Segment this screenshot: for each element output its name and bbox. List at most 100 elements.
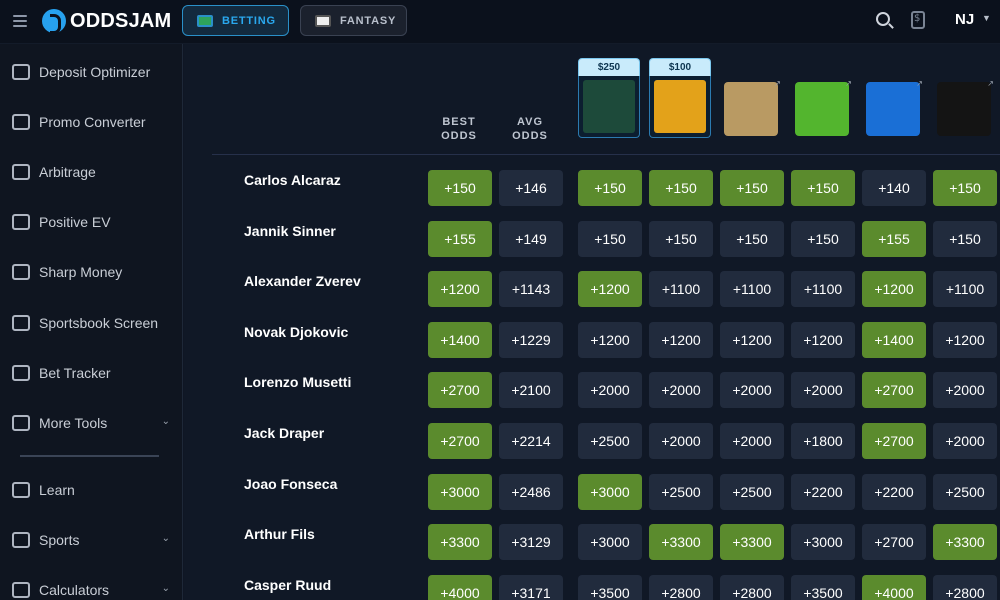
sidebar-item-deposit-optimizer[interactable]: Deposit Optimizer bbox=[12, 60, 170, 84]
sidebar-item-arbitrage[interactable]: Arbitrage bbox=[12, 160, 170, 184]
player-name[interactable]: Casper Ruud bbox=[244, 577, 331, 593]
odds-cell[interactable]: +2700 bbox=[862, 423, 926, 459]
sidebar-item-sports[interactable]: Sports ⌄ bbox=[12, 528, 170, 552]
chevron-down-icon[interactable]: ⌄ bbox=[162, 416, 170, 427]
best-odds-cell[interactable]: +150 bbox=[428, 170, 492, 206]
best-odds-cell[interactable]: +155 bbox=[428, 221, 492, 257]
tab-betting[interactable]: BETTING bbox=[182, 5, 289, 36]
odds-cell[interactable]: +2000 bbox=[791, 372, 855, 408]
odds-cell[interactable]: +1200 bbox=[578, 271, 642, 307]
odds-cell[interactable]: +2700 bbox=[862, 524, 926, 560]
odds-cell[interactable]: +1200 bbox=[720, 322, 784, 358]
avg-odds-cell[interactable]: +2214 bbox=[499, 423, 563, 459]
odds-cell[interactable]: +3300 bbox=[720, 524, 784, 560]
odds-cell[interactable]: +2000 bbox=[933, 372, 997, 408]
odds-cell[interactable]: +1100 bbox=[791, 271, 855, 307]
promo-icon[interactable] bbox=[911, 11, 925, 29]
best-odds-header[interactable]: BEST ODDS bbox=[431, 115, 487, 143]
avg-odds-cell[interactable]: +146 bbox=[499, 170, 563, 206]
odds-cell[interactable]: +2000 bbox=[649, 423, 713, 459]
odds-cell[interactable]: +1100 bbox=[720, 271, 784, 307]
odds-cell[interactable]: +1200 bbox=[578, 322, 642, 358]
player-name[interactable]: Novak Djokovic bbox=[244, 324, 348, 340]
sidebar-item-bet-tracker[interactable]: Bet Tracker bbox=[12, 361, 170, 385]
sidebar-item-sportsbook-screen[interactable]: Sportsbook Screen bbox=[12, 311, 170, 335]
odds-cell[interactable]: +1200 bbox=[649, 322, 713, 358]
player-name[interactable]: Joao Fonseca bbox=[244, 476, 337, 492]
best-odds-cell[interactable]: +3300 bbox=[428, 524, 492, 560]
sidebar-item-learn[interactable]: Learn bbox=[12, 478, 170, 502]
odds-cell[interactable]: +2000 bbox=[720, 372, 784, 408]
odds-cell[interactable]: +1100 bbox=[649, 271, 713, 307]
chevron-down-icon[interactable]: ▼ bbox=[982, 13, 991, 23]
odds-cell[interactable]: +150 bbox=[933, 170, 997, 206]
odds-cell[interactable]: +2500 bbox=[933, 474, 997, 510]
odds-cell[interactable]: +140 bbox=[862, 170, 926, 206]
sidebar-item-calculators[interactable]: Calculators ⌄ bbox=[12, 578, 170, 600]
odds-cell[interactable]: +150 bbox=[649, 170, 713, 206]
odds-cell[interactable]: +3500 bbox=[791, 575, 855, 600]
player-name[interactable]: Arthur Fils bbox=[244, 526, 315, 542]
avg-odds-cell[interactable]: +3129 bbox=[499, 524, 563, 560]
odds-cell[interactable]: +3500 bbox=[578, 575, 642, 600]
odds-cell[interactable]: +3300 bbox=[649, 524, 713, 560]
odds-cell[interactable]: +1100 bbox=[933, 271, 997, 307]
odds-cell[interactable]: +2200 bbox=[791, 474, 855, 510]
odds-cell[interactable]: +3300 bbox=[933, 524, 997, 560]
logo[interactable]: ODDSJAM bbox=[42, 9, 171, 34]
odds-cell[interactable]: +1400 bbox=[862, 322, 926, 358]
odds-cell[interactable]: +2500 bbox=[649, 474, 713, 510]
odds-cell[interactable]: +150 bbox=[791, 170, 855, 206]
avg-odds-cell[interactable]: +2100 bbox=[499, 372, 563, 408]
state-selector[interactable]: NJ bbox=[955, 11, 974, 28]
odds-cell[interactable]: +2000 bbox=[649, 372, 713, 408]
best-odds-cell[interactable]: +3000 bbox=[428, 474, 492, 510]
odds-cell[interactable]: +1200 bbox=[933, 322, 997, 358]
chevron-down-icon[interactable]: ⌄ bbox=[162, 533, 170, 544]
odds-cell[interactable]: +3000 bbox=[578, 474, 642, 510]
player-name[interactable]: Alexander Zverev bbox=[244, 273, 361, 289]
betparx-book-column[interactable]: $100 bbox=[649, 58, 711, 138]
menu-icon[interactable] bbox=[13, 15, 27, 27]
search-icon[interactable] bbox=[876, 12, 890, 26]
player-name[interactable]: Jannik Sinner bbox=[244, 223, 336, 239]
odds-cell[interactable]: +2500 bbox=[578, 423, 642, 459]
player-name[interactable]: Carlos Alcaraz bbox=[244, 172, 341, 188]
odds-cell[interactable]: +2800 bbox=[720, 575, 784, 600]
trophy-book-column[interactable]: $250 bbox=[578, 58, 640, 138]
odds-cell[interactable]: +1800 bbox=[791, 423, 855, 459]
odds-cell[interactable]: +150 bbox=[720, 170, 784, 206]
avg-odds-cell[interactable]: +149 bbox=[499, 221, 563, 257]
tab-fantasy[interactable]: FANTASY bbox=[300, 5, 407, 36]
player-name[interactable]: Jack Draper bbox=[244, 425, 324, 441]
odds-cell[interactable]: +4000 bbox=[862, 575, 926, 600]
best-odds-cell[interactable]: +1400 bbox=[428, 322, 492, 358]
odds-cell[interactable]: +2800 bbox=[933, 575, 997, 600]
odds-cell[interactable]: +3000 bbox=[578, 524, 642, 560]
sidebar-item-positive-ev[interactable]: Positive EV bbox=[12, 210, 170, 234]
avg-odds-cell[interactable]: +1229 bbox=[499, 322, 563, 358]
player-name[interactable]: Lorenzo Musetti bbox=[244, 374, 351, 390]
best-odds-cell[interactable]: +1200 bbox=[428, 271, 492, 307]
sidebar-item-promo-converter[interactable]: Promo Converter bbox=[12, 110, 170, 134]
odds-cell[interactable]: +1200 bbox=[791, 322, 855, 358]
odds-cell[interactable]: +3000 bbox=[791, 524, 855, 560]
odds-cell[interactable]: +150 bbox=[578, 170, 642, 206]
odds-cell[interactable]: +2500 bbox=[720, 474, 784, 510]
sidebar-item-sharp-money[interactable]: Sharp Money bbox=[12, 260, 170, 284]
odds-cell[interactable]: +155 bbox=[862, 221, 926, 257]
odds-cell[interactable]: +2000 bbox=[578, 372, 642, 408]
odds-cell[interactable]: +150 bbox=[791, 221, 855, 257]
odds-cell[interactable]: +2800 bbox=[649, 575, 713, 600]
odds-cell[interactable]: +150 bbox=[933, 221, 997, 257]
avg-odds-cell[interactable]: +3171 bbox=[499, 575, 563, 600]
avg-odds-cell[interactable]: +2486 bbox=[499, 474, 563, 510]
avg-odds-header[interactable]: AVG ODDS bbox=[502, 115, 558, 143]
best-odds-cell[interactable]: +2700 bbox=[428, 423, 492, 459]
best-odds-cell[interactable]: +2700 bbox=[428, 372, 492, 408]
odds-cell[interactable]: +2000 bbox=[933, 423, 997, 459]
best-odds-cell[interactable]: +4000 bbox=[428, 575, 492, 600]
odds-cell[interactable]: +2200 bbox=[862, 474, 926, 510]
odds-cell[interactable]: +150 bbox=[578, 221, 642, 257]
chevron-down-icon[interactable]: ⌄ bbox=[162, 583, 170, 594]
